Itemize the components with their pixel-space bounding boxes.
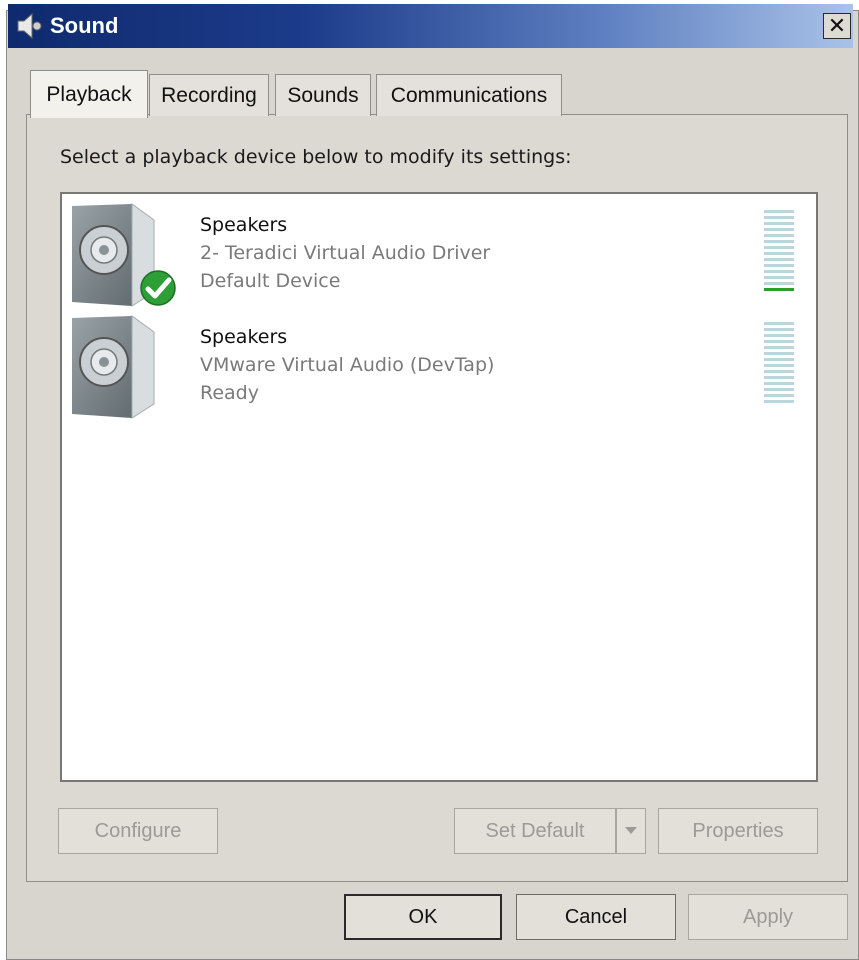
meter-segment (764, 388, 794, 391)
apply-button[interactable]: Apply (688, 894, 848, 940)
ok-button[interactable]: OK (344, 894, 502, 940)
meter-segment (764, 328, 794, 331)
meter-segment (764, 346, 794, 349)
meter-segment (764, 358, 794, 361)
meter-segment (764, 240, 794, 243)
device-speakers-teradici[interactable]: Speakers 2- Teradici Virtual Audio Drive… (62, 202, 816, 312)
button-label: Properties (692, 819, 784, 842)
set-default-dropdown[interactable] (616, 808, 646, 854)
level-meter (764, 210, 794, 292)
tab-sounds[interactable]: Sounds (275, 74, 371, 116)
button-label: Apply (742, 905, 794, 928)
meter-segment (764, 334, 794, 337)
instructions-text: Select a playback device below to modify… (60, 146, 572, 168)
meter-segment (764, 270, 794, 273)
tab-recording[interactable]: Recording (149, 74, 269, 116)
speaker-app-icon (17, 12, 42, 40)
button-label: Configure (94, 819, 182, 842)
meter-segment (764, 264, 794, 267)
meter-segment (764, 394, 794, 397)
set-default-button[interactable]: Set Default (454, 808, 616, 854)
meter-segment (764, 376, 794, 379)
device-speakers-vmware[interactable]: Speakers VMware Virtual Audio (DevTap) R… (62, 314, 816, 424)
meter-segment (764, 222, 794, 225)
meter-segment (764, 288, 794, 291)
configure-button[interactable]: Configure (58, 808, 218, 854)
check-icon (140, 270, 176, 306)
close-icon: ✕ (827, 13, 847, 39)
tab-label: Communications (390, 83, 548, 107)
button-label: Set Default (485, 819, 585, 842)
title-bar[interactable]: Sound ✕ (8, 4, 853, 48)
meter-segment (764, 400, 794, 403)
meter-segment (764, 276, 794, 279)
device-driver: 2- Teradici Virtual Audio Driver (200, 242, 491, 264)
meter-segment (764, 216, 794, 219)
tab-communications[interactable]: Communications (376, 74, 562, 116)
button-label: Cancel (564, 905, 628, 928)
window-title: Sound (50, 13, 119, 38)
chevron-down-icon (625, 827, 637, 834)
close-button[interactable]: ✕ (823, 13, 851, 39)
meter-segment (764, 228, 794, 231)
meter-segment (764, 370, 794, 373)
cancel-button[interactable]: Cancel (516, 894, 676, 940)
device-name: Speakers (200, 214, 288, 236)
device-driver: VMware Virtual Audio (DevTap) (200, 354, 495, 376)
tab-label: Recording (161, 83, 257, 107)
meter-segment (764, 382, 794, 385)
level-meter (764, 322, 794, 404)
meter-segment (764, 210, 794, 213)
tab-playback[interactable]: Playback (30, 70, 148, 118)
device-status: Ready (200, 382, 259, 404)
meter-segment (764, 364, 794, 367)
speaker-icon (72, 315, 155, 419)
meter-segment (764, 352, 794, 355)
meter-segment (764, 282, 794, 285)
meter-segment (764, 340, 794, 343)
meter-segment (764, 322, 794, 325)
tab-label: Sounds (287, 83, 359, 107)
meter-segment (764, 258, 794, 261)
device-list[interactable]: Speakers 2- Teradici Virtual Audio Drive… (60, 192, 818, 782)
meter-segment (764, 252, 794, 255)
tab-label: Playback (46, 82, 132, 106)
button-label: OK (408, 905, 438, 928)
device-name: Speakers (200, 326, 288, 348)
device-status: Default Device (200, 270, 341, 292)
meter-segment (764, 234, 794, 237)
properties-button[interactable]: Properties (658, 808, 818, 854)
meter-segment (764, 246, 794, 249)
